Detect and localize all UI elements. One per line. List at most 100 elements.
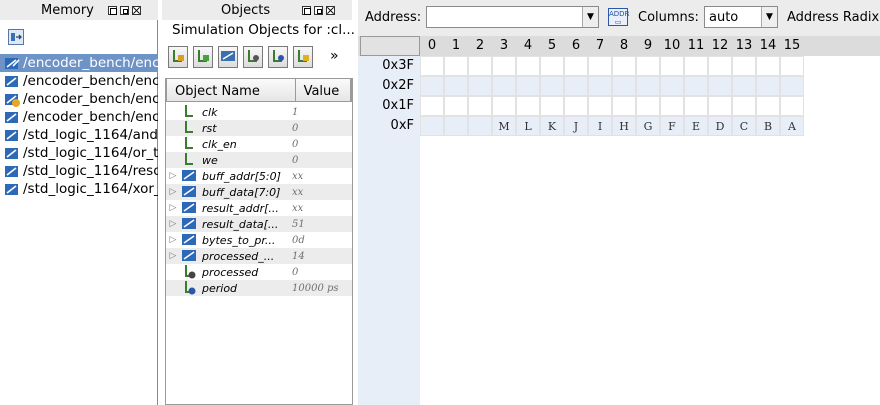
- memory-cell[interactable]: [468, 76, 492, 96]
- chevron-down-icon[interactable]: ▼: [761, 7, 777, 27]
- memory-cell[interactable]: [540, 56, 564, 76]
- memory-cell[interactable]: [468, 96, 492, 116]
- float-icon[interactable]: [314, 6, 323, 15]
- memory-cell[interactable]: [588, 96, 612, 116]
- memory-cell[interactable]: [444, 96, 468, 116]
- memory-cell[interactable]: F: [660, 116, 684, 136]
- memory-cell[interactable]: [420, 96, 444, 116]
- expand-icon[interactable]: ▷: [166, 203, 180, 213]
- memory-cell[interactable]: [684, 96, 708, 116]
- expand-icon[interactable]: ▷: [166, 219, 180, 229]
- filter-inout-button[interactable]: [218, 46, 238, 68]
- memory-cell[interactable]: L: [516, 116, 540, 136]
- memory-cell[interactable]: [780, 96, 804, 116]
- object-row[interactable]: ▷ result_data[... 51: [166, 216, 352, 232]
- float-icon[interactable]: [120, 6, 129, 15]
- object-row[interactable]: ▷ buff_data[7:0] xx: [166, 184, 352, 200]
- memory-cell[interactable]: [708, 56, 732, 76]
- memory-cell[interactable]: [444, 56, 468, 76]
- object-row[interactable]: processed 0: [166, 264, 352, 280]
- expand-icon[interactable]: ▷: [166, 187, 180, 197]
- filter-input-button[interactable]: [168, 46, 188, 68]
- memory-cell[interactable]: [660, 56, 684, 76]
- memory-cell[interactable]: [684, 76, 708, 96]
- memory-cell[interactable]: [684, 56, 708, 76]
- memory-cell[interactable]: [468, 116, 492, 136]
- memory-cell[interactable]: A: [780, 116, 804, 136]
- toolbar-overflow-button[interactable]: »: [330, 46, 339, 68]
- object-row[interactable]: rst 0: [166, 120, 352, 136]
- dock-icon[interactable]: [108, 6, 117, 15]
- memory-cell[interactable]: [708, 76, 732, 96]
- memory-cell[interactable]: [756, 56, 780, 76]
- goto-address-button[interactable]: ADDR ▭: [608, 8, 629, 26]
- expand-icon[interactable]: ▷: [166, 251, 180, 261]
- memory-cell[interactable]: [444, 76, 468, 96]
- memory-cell[interactable]: E: [684, 116, 708, 136]
- expand-icon[interactable]: ▷: [166, 235, 180, 245]
- memory-cell[interactable]: [780, 76, 804, 96]
- memory-cell[interactable]: [420, 116, 444, 136]
- object-row[interactable]: ▷ processed_... 14: [166, 248, 352, 264]
- memory-list-item[interactable]: /std_logic_1164/xor_: [0, 180, 158, 198]
- memory-cell[interactable]: C: [732, 116, 756, 136]
- memory-export-button[interactable]: [8, 29, 24, 45]
- memory-cell[interactable]: B: [756, 116, 780, 136]
- memory-cell[interactable]: [660, 76, 684, 96]
- column-header-name[interactable]: Object Name: [167, 79, 296, 101]
- memory-cell[interactable]: [540, 76, 564, 96]
- memory-cell[interactable]: [444, 116, 468, 136]
- memory-cell[interactable]: [732, 56, 756, 76]
- memory-list-item[interactable]: /encoder_bench/enc: [0, 54, 158, 72]
- memory-cell[interactable]: [516, 56, 540, 76]
- dock-icon[interactable]: [302, 6, 311, 15]
- close-icon[interactable]: [132, 6, 141, 15]
- memory-cell[interactable]: [588, 56, 612, 76]
- object-row[interactable]: period 10000 ps: [166, 280, 352, 296]
- memory-cell[interactable]: [564, 56, 588, 76]
- filter-internal-button[interactable]: [243, 46, 263, 68]
- memory-cell[interactable]: [756, 76, 780, 96]
- filter-constant-button[interactable]: [268, 46, 288, 68]
- memory-cell[interactable]: [612, 76, 636, 96]
- memory-cell[interactable]: I: [588, 116, 612, 136]
- columns-select[interactable]: auto ▼: [704, 6, 778, 28]
- object-row[interactable]: clk 1: [166, 104, 352, 120]
- memory-cell[interactable]: [588, 76, 612, 96]
- memory-cell[interactable]: [492, 76, 516, 96]
- memory-cell[interactable]: G: [636, 116, 660, 136]
- memory-cell[interactable]: K: [540, 116, 564, 136]
- memory-cell[interactable]: [660, 96, 684, 116]
- memory-cell[interactable]: [516, 76, 540, 96]
- memory-cell[interactable]: M: [492, 116, 516, 136]
- memory-cell[interactable]: [492, 56, 516, 76]
- address-combobox[interactable]: ▼: [426, 6, 599, 28]
- memory-list-item[interactable]: /std_logic_1164/reso: [0, 162, 158, 180]
- memory-cell[interactable]: [564, 76, 588, 96]
- memory-cell[interactable]: [612, 56, 636, 76]
- memory-cell[interactable]: [756, 96, 780, 116]
- memory-list-item[interactable]: /encoder_bench/enc: [0, 72, 158, 90]
- expand-icon[interactable]: ▷: [166, 171, 180, 181]
- memory-cell[interactable]: [636, 76, 660, 96]
- memory-cell[interactable]: [564, 96, 588, 116]
- memory-list-item[interactable]: /encoder_bench/enc: [0, 90, 158, 108]
- memory-cell[interactable]: D: [708, 116, 732, 136]
- close-icon[interactable]: [326, 6, 335, 15]
- memory-list-item[interactable]: /std_logic_1164/and: [0, 126, 158, 144]
- memory-cell[interactable]: [516, 96, 540, 116]
- memory-list-item[interactable]: /std_logic_1164/or_t: [0, 144, 158, 162]
- object-row[interactable]: ▷ bytes_to_pr... 0d: [166, 232, 352, 248]
- filter-output-button[interactable]: [193, 46, 213, 68]
- filter-variable-button[interactable]: [293, 46, 313, 68]
- memory-cell[interactable]: J: [564, 116, 588, 136]
- object-row[interactable]: clk_en 0: [166, 136, 352, 152]
- memory-cell[interactable]: [612, 96, 636, 116]
- memory-cell[interactable]: [636, 56, 660, 76]
- column-header-value[interactable]: Value: [296, 79, 351, 101]
- memory-cell[interactable]: [732, 96, 756, 116]
- memory-cell[interactable]: [780, 56, 804, 76]
- object-row[interactable]: ▷ result_addr[... xx: [166, 200, 352, 216]
- object-row[interactable]: ▷ buff_addr[5:0] xx: [166, 168, 352, 184]
- memory-cell[interactable]: [468, 56, 492, 76]
